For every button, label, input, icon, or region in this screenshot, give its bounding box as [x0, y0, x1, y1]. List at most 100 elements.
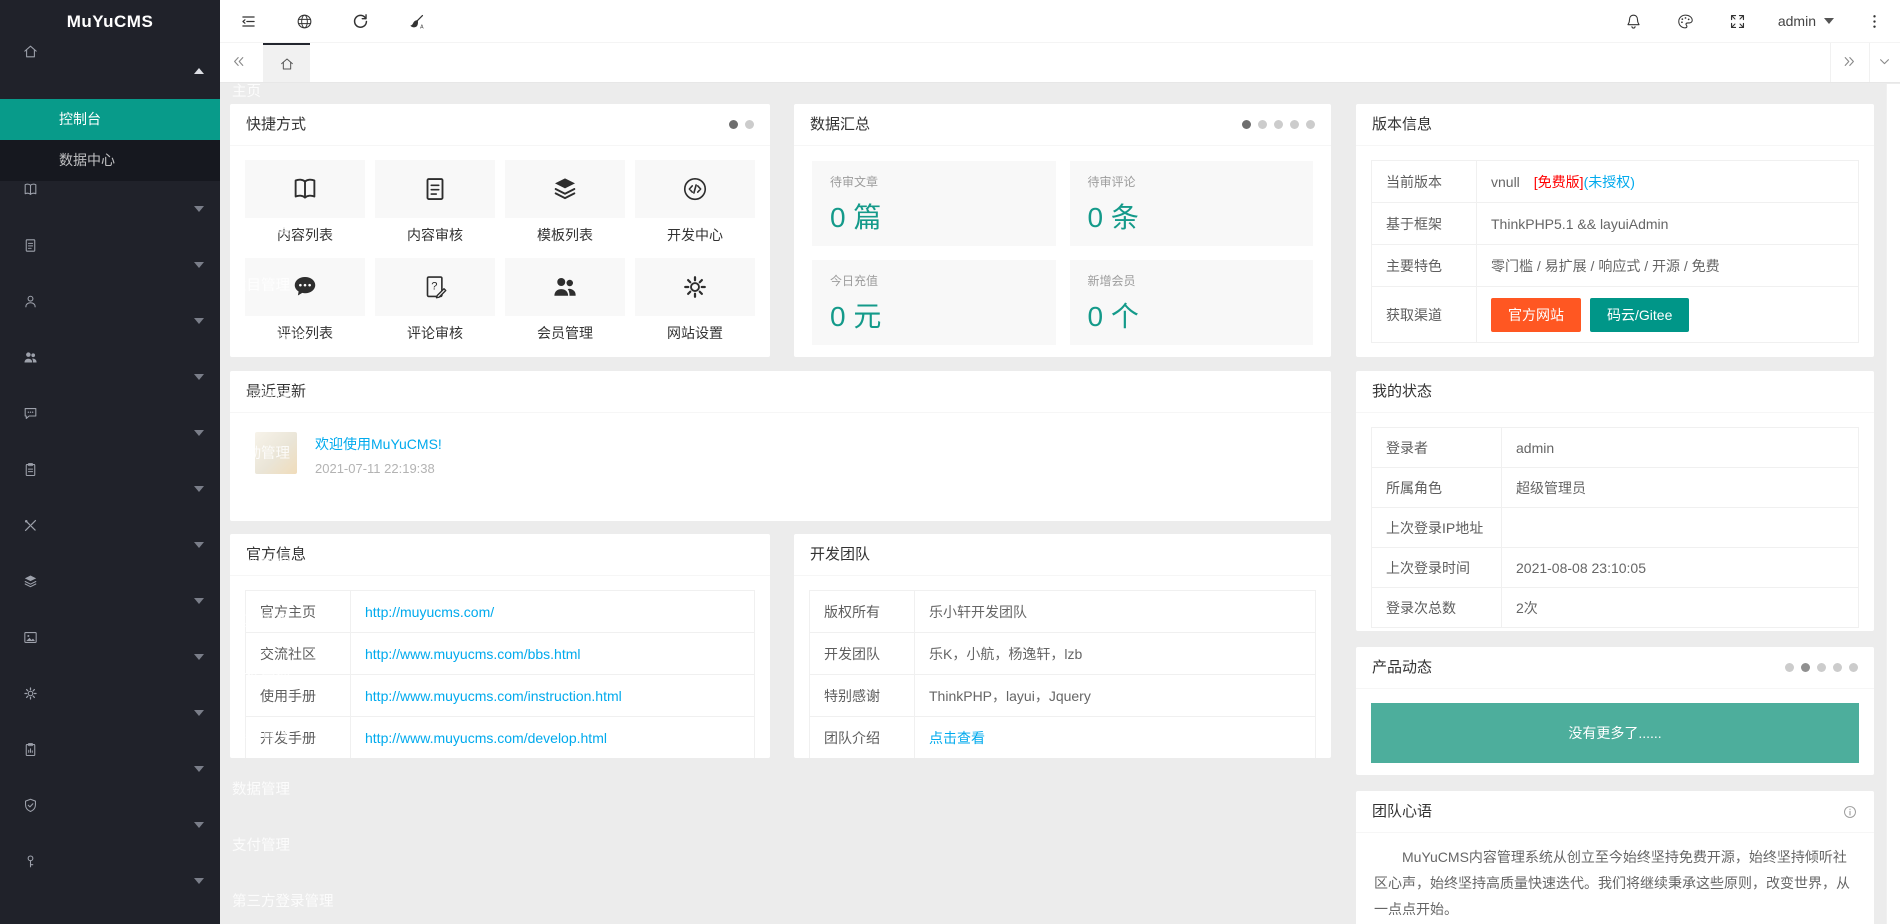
table-row: 版权所有乐小轩开发团队 — [810, 591, 1316, 633]
document-icon — [420, 174, 450, 204]
book-icon — [290, 174, 320, 204]
table-row: 基于框架ThinkPHP5.1 && layuiAdmin — [1372, 203, 1859, 245]
carousel-dot[interactable] — [729, 120, 738, 129]
free-edition-tag: [免费版] — [1534, 174, 1584, 190]
recent-updates-card: 最近更新 欢迎使用MuYuCMS! 2021-07-11 22:19:38 — [230, 371, 1331, 521]
image-icon — [22, 629, 220, 685]
username: admin — [1778, 13, 1816, 29]
chevron-up-icon — [194, 68, 204, 74]
unauthorized-tag[interactable]: (未授权) — [1584, 174, 1635, 190]
tab-home[interactable] — [263, 43, 310, 82]
devteam-table: 版权所有乐小轩开发团队 开发团队乐K，小航，杨逸轩，lzb 特别感谢ThinkP… — [809, 590, 1316, 758]
clipboard-icon — [22, 461, 220, 517]
table-row: 上次登录IP地址 — [1372, 508, 1859, 548]
sidebar-item-interaction[interactable]: 互动管理 — [0, 405, 220, 461]
sidebar-item-templates[interactable]: 模板管理 — [0, 573, 220, 629]
stat-unit: 个 — [1111, 301, 1139, 332]
table-row: 使用手册http://www.muyucms.com/instruction.h… — [246, 675, 755, 717]
shortcut-content-audit[interactable]: 内容审核 — [375, 160, 495, 245]
gitee-button[interactable]: 码云/Gitee — [1590, 298, 1689, 332]
carousel-dot[interactable] — [1258, 120, 1267, 129]
carousel-dot[interactable] — [1833, 663, 1842, 672]
official-site-button[interactable]: 官方网站 — [1491, 298, 1581, 332]
carousel-dot[interactable] — [1306, 120, 1315, 129]
sidebar-item-system[interactable]: 系统管理 — [0, 685, 220, 741]
topbar: A admin — [220, 0, 1900, 43]
shortcuts-grid: 内容列表 内容审核 模板列表 开发中心 评论列表 ?评论审核 会员管理 网站设置 — [230, 146, 770, 357]
sidebar-item-payment[interactable]: 支付管理 — [0, 797, 220, 853]
carousel-dot[interactable] — [1801, 663, 1810, 672]
sidebar-item-plugins[interactable]: 插件管理 — [0, 517, 220, 573]
table-row: 团队介绍点击查看 — [810, 717, 1316, 759]
refresh-button[interactable] — [332, 0, 388, 42]
theme-button[interactable] — [1660, 0, 1712, 42]
tabs-menu-button[interactable] — [1870, 43, 1900, 82]
tabs-scroll-right-button[interactable] — [1830, 43, 1870, 82]
team-motto-card: 团队心语 MuYuCMS内容管理系统从创立至今始终坚持免费开源，始终坚持倾听社区… — [1356, 791, 1874, 924]
carousel-dot[interactable] — [745, 120, 754, 129]
sidebar-item-content[interactable]: 内容管理 — [0, 181, 220, 237]
news-card-header: 产品动态 — [1356, 647, 1874, 689]
product-news-card: 产品动态 没有更多了...... — [1356, 647, 1874, 775]
shortcut-comment-list[interactable]: 评论列表 — [245, 258, 365, 343]
card-title: 我的状态 — [1372, 371, 1432, 413]
carousel-dot[interactable] — [1817, 663, 1826, 672]
book-icon — [22, 181, 220, 237]
chevron-down-icon — [194, 654, 204, 660]
clear-cache-button[interactable]: A — [388, 0, 444, 42]
shortcut-dev-center[interactable]: 开发中心 — [635, 160, 755, 245]
view-site-button[interactable] — [276, 0, 332, 42]
chevron-down-icon — [194, 430, 204, 436]
table-row: 主要特色零门槛 / 易扩展 / 响应式 / 开源 / 免费 — [1372, 245, 1859, 287]
table-row: 所属角色超级管理员 — [1372, 468, 1859, 508]
sidebar-item-console[interactable]: 控制台 — [0, 99, 220, 140]
carousel-dot[interactable] — [1849, 663, 1858, 672]
palette-icon — [1676, 12, 1695, 31]
dev-team-card: 开发团队 版权所有乐小轩开发团队 开发团队乐K，小航，杨逸轩，lzb 特别感谢T… — [794, 534, 1331, 758]
sidebar-item-thirdparty-login[interactable]: 第三方登录管理 — [0, 853, 220, 909]
home-tab-icon — [279, 56, 295, 72]
shortcut-member-manage[interactable]: 会员管理 — [505, 258, 625, 343]
update-link[interactable]: 欢迎使用MuYuCMS! — [315, 434, 442, 454]
dev-manual-link[interactable]: http://www.muyucms.com/develop.html — [365, 730, 607, 746]
layers-icon — [550, 174, 580, 204]
caret-down-icon — [1824, 18, 1834, 24]
official-home-link[interactable]: http://muyucms.com/ — [365, 604, 494, 620]
sidebar-item-columns[interactable]: 栏目管理 — [0, 237, 220, 293]
carousel-dot[interactable] — [1274, 120, 1283, 129]
carousel-dot[interactable] — [1290, 120, 1299, 129]
user-menu[interactable]: admin — [1764, 0, 1848, 42]
notifications-button[interactable] — [1608, 0, 1660, 42]
chevron-down-icon — [194, 598, 204, 604]
shortcut-comment-audit[interactable]: ?评论审核 — [375, 258, 495, 343]
shortcut-site-settings[interactable]: 网站设置 — [635, 258, 755, 343]
card-title: 数据汇总 — [810, 104, 870, 146]
info-icon[interactable] — [1842, 804, 1858, 820]
person-icon — [22, 293, 220, 349]
sidebar-item-admins[interactable]: 管理员管理 — [0, 293, 220, 349]
team-intro-link[interactable]: 点击查看 — [929, 730, 985, 746]
shortcut-template-list[interactable]: 模板列表 — [505, 160, 625, 245]
sidebar-item-attachments[interactable]: 附件管理 — [0, 629, 220, 685]
sidebar-item-home[interactable]: 主页 — [0, 43, 220, 99]
manual-link[interactable]: http://www.muyucms.com/instruction.html — [365, 688, 622, 704]
sidebar-item-data-center[interactable]: 数据中心 — [0, 140, 220, 181]
carousel-dot[interactable] — [1242, 120, 1251, 129]
chevron-down-icon — [1876, 53, 1895, 72]
chevron-down-icon — [194, 374, 204, 380]
scrollbar[interactable] — [1886, 84, 1900, 924]
chevron-down-icon — [194, 822, 204, 828]
version-name: vnull — [1491, 174, 1520, 190]
sidebar-item-data[interactable]: 数据管理 — [0, 741, 220, 797]
sidebar-item-models[interactable]: 系统模型 — [0, 461, 220, 517]
status-card-header: 我的状态 — [1356, 371, 1874, 413]
news-banner[interactable]: 没有更多了...... — [1371, 703, 1859, 763]
carousel-dot[interactable] — [1785, 663, 1794, 672]
more-vertical-icon — [1865, 12, 1884, 31]
sidebar-item-members[interactable]: 会员管理 — [0, 349, 220, 405]
more-options-button[interactable] — [1848, 0, 1900, 42]
stat-value: 0 — [830, 301, 846, 332]
collapse-menu-button[interactable] — [220, 0, 276, 42]
fullscreen-button[interactable] — [1712, 0, 1764, 42]
community-link[interactable]: http://www.muyucms.com/bbs.html — [365, 646, 581, 662]
